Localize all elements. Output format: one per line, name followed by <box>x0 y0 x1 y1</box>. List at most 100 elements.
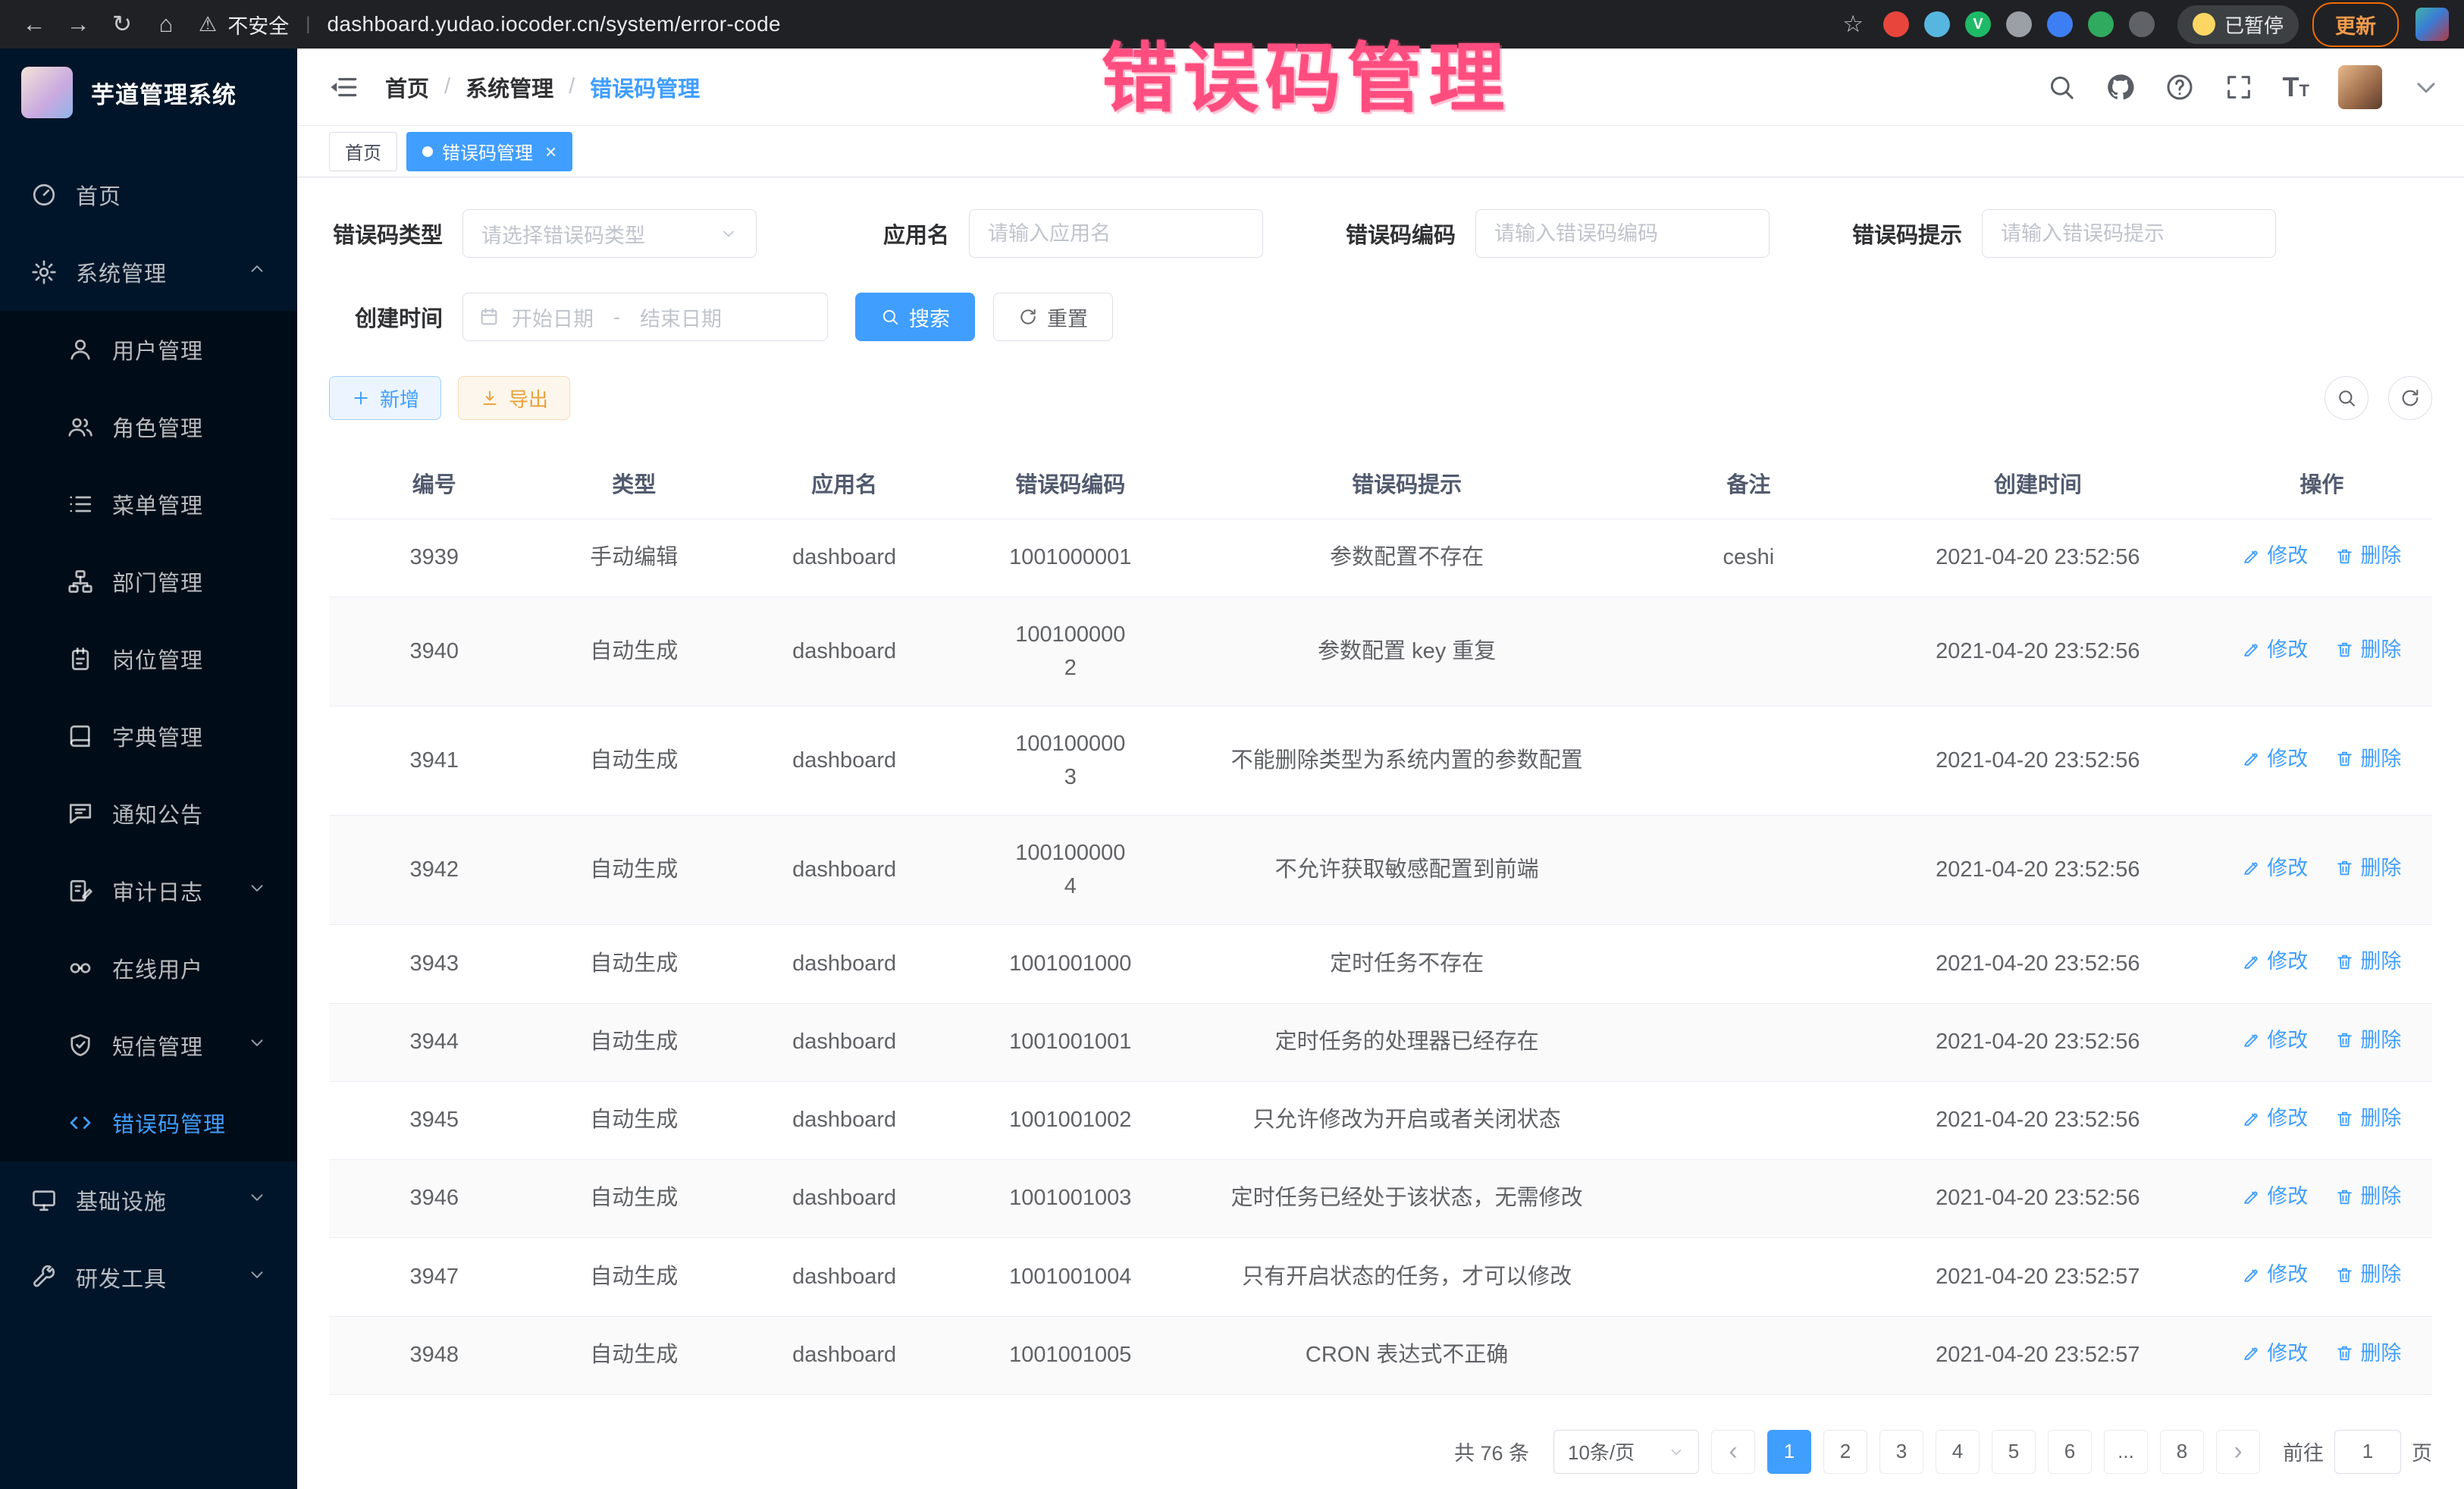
browser-home-icon[interactable]: ⌂ <box>147 5 185 43</box>
page-button-8[interactable]: 8 <box>2160 1430 2204 1474</box>
table-row: 3944 自动生成 dashboard 1001001001 定时任务的处理器已… <box>329 1003 2432 1081</box>
toggle-search-button[interactable] <box>2324 376 2368 420</box>
sidebar-item-5[interactable]: 部门管理 <box>0 543 297 620</box>
search-button[interactable]: 搜索 <box>855 293 975 341</box>
delete-button[interactable]: 删除 <box>2335 1338 2401 1369</box>
delete-button[interactable]: 删除 <box>2335 853 2401 884</box>
date-range-picker[interactable]: 开始日期 - 结束日期 <box>462 293 828 341</box>
delete-button[interactable]: 删除 <box>2335 541 2401 572</box>
sidebar-item-11[interactable]: 短信管理 <box>0 1007 297 1084</box>
cell-operations: 修改 删除 <box>2212 816 2432 925</box>
header-search-icon[interactable] <box>2046 72 2077 102</box>
browser-back-icon[interactable]: ← <box>15 5 53 43</box>
browser-forward-icon[interactable]: → <box>59 5 97 43</box>
breadcrumb-item[interactable]: 系统管理 <box>466 71 553 103</box>
edit-button[interactable]: 修改 <box>2242 1181 2308 1212</box>
app-name-input[interactable] <box>969 209 1263 258</box>
sidebar-item-14[interactable]: 研发工具 <box>0 1239 297 1316</box>
edit-button[interactable]: 修改 <box>2242 1259 2308 1290</box>
browser-extension-icon[interactable] <box>2088 11 2114 37</box>
tab-错误码管理[interactable]: 错误码管理× <box>406 132 572 171</box>
sidebar-item-6[interactable]: 岗位管理 <box>0 620 297 697</box>
edit-button[interactable]: 修改 <box>2242 541 2308 572</box>
delete-button[interactable]: 删除 <box>2335 1025 2401 1056</box>
delete-button[interactable]: 删除 <box>2335 946 2401 977</box>
sidebar-item-10[interactable]: 在线用户 <box>0 929 297 1007</box>
sidebar-item-2[interactable]: 用户管理 <box>0 311 297 388</box>
browser-update-button[interactable]: 更新 <box>2312 2 2399 47</box>
page-button-1[interactable]: 1 <box>1767 1430 1811 1474</box>
sidebar-item-1[interactable]: 系统管理 <box>0 234 297 311</box>
sidebar-item-8[interactable]: 通知公告 <box>0 775 297 852</box>
sidebar-item-3[interactable]: 角色管理 <box>0 388 297 466</box>
sidebar-logo-row[interactable]: 芋道管理系统 <box>0 49 297 136</box>
user-avatar[interactable] <box>2338 65 2382 109</box>
error-hint-input[interactable] <box>1982 209 2276 258</box>
page-button-6[interactable]: 6 <box>2048 1430 2092 1474</box>
sidebar-item-7[interactable]: 字典管理 <box>0 697 297 775</box>
edit-button[interactable]: 修改 <box>2242 1338 2308 1369</box>
address-bar[interactable]: ⚠ 不安全 | dashboard.yudao.iocoder.cn/syste… <box>199 10 781 39</box>
app-root: 芋道管理系统 首页系统管理用户管理角色管理菜单管理部门管理岗位管理字典管理通知公… <box>0 49 2464 1489</box>
browser-extension-icon[interactable]: V <box>1965 11 1991 37</box>
cell-type: 自动生成 <box>539 1238 729 1316</box>
add-button[interactable]: 新增 <box>329 376 441 420</box>
cell-error-code: 1001001002 <box>960 1081 1180 1159</box>
tab-首页[interactable]: 首页 <box>329 132 397 171</box>
edit-button[interactable]: 修改 <box>2242 946 2308 977</box>
error-type-select[interactable]: 请选择错误码类型 <box>462 209 757 258</box>
breadcrumb-item[interactable]: 首页 <box>385 71 429 103</box>
page-button-2[interactable]: 2 <box>1823 1430 1867 1474</box>
help-icon[interactable] <box>2165 72 2195 102</box>
fullscreen-icon[interactable] <box>2224 72 2254 102</box>
sidebar-item-12-active[interactable]: 错误码管理 <box>0 1084 297 1161</box>
delete-button[interactable]: 删除 <box>2335 1259 2401 1290</box>
browser-profile-avatar[interactable] <box>2415 8 2449 41</box>
goto-page-input[interactable] <box>2334 1430 2401 1474</box>
bookmark-star-icon[interactable]: ☆ <box>1842 11 1864 38</box>
delete-button[interactable]: 删除 <box>2335 635 2401 666</box>
edit-button[interactable]: 修改 <box>2242 744 2308 775</box>
edit-button[interactable]: 修改 <box>2242 1103 2308 1134</box>
browser-extension-icon[interactable] <box>2006 11 2032 37</box>
delete-button[interactable]: 删除 <box>2335 1103 2401 1134</box>
browser-extension-icon[interactable] <box>2129 11 2155 37</box>
browser-reload-icon[interactable]: ↻ <box>103 5 141 43</box>
cell-app-name: dashboard <box>729 597 960 707</box>
prev-page-button[interactable]: ‹ <box>1711 1430 1755 1474</box>
page-size-select[interactable]: 10条/页 <box>1553 1430 1699 1474</box>
sidebar-fold-icon[interactable] <box>328 71 359 103</box>
sidebar-item-9[interactable]: 审计日志 <box>0 852 297 929</box>
reset-button[interactable]: 重置 <box>993 293 1113 341</box>
delete-button[interactable]: 删除 <box>2335 744 2401 775</box>
page-button-...[interactable]: ... <box>2104 1430 2148 1474</box>
select-placeholder: 请选择错误码类型 <box>481 219 645 249</box>
sidebar-item-13[interactable]: 基础设施 <box>0 1161 297 1239</box>
edit-button[interactable]: 修改 <box>2242 853 2308 884</box>
sidebar-item-0[interactable]: 首页 <box>0 156 297 234</box>
cell-remark <box>1633 925 1864 1003</box>
edit-button[interactable]: 修改 <box>2242 1025 2308 1056</box>
next-page-button[interactable]: › <box>2216 1430 2260 1474</box>
profile-paused-badge[interactable]: 已暂停 <box>2177 5 2299 44</box>
refresh-table-button[interactable] <box>2388 376 2432 420</box>
browser-extension-icon[interactable] <box>2047 11 2073 37</box>
browser-extension-icon[interactable] <box>1924 11 1950 37</box>
page-button-3[interactable]: 3 <box>1879 1430 1923 1474</box>
font-size-icon[interactable]: TT <box>2283 71 2309 103</box>
chevron-down-icon[interactable] <box>2411 72 2441 102</box>
devtools-icon <box>30 1264 58 1291</box>
export-button[interactable]: 导出 <box>458 376 570 420</box>
page-button-5[interactable]: 5 <box>1992 1430 2036 1474</box>
page-button-4[interactable]: 4 <box>1936 1430 1980 1474</box>
close-icon[interactable]: × <box>545 142 556 161</box>
edit-button[interactable]: 修改 <box>2242 635 2308 666</box>
error-code-input[interactable] <box>1475 209 1770 258</box>
browser-extension-icon[interactable] <box>1883 11 1909 37</box>
github-icon[interactable] <box>2105 72 2136 102</box>
delete-button[interactable]: 删除 <box>2335 1181 2401 1212</box>
trash-icon <box>2335 1343 2354 1362</box>
trash-icon <box>2335 1187 2354 1206</box>
breadcrumb-item[interactable]: 错误码管理 <box>590 71 700 103</box>
sidebar-item-4[interactable]: 菜单管理 <box>0 466 297 543</box>
